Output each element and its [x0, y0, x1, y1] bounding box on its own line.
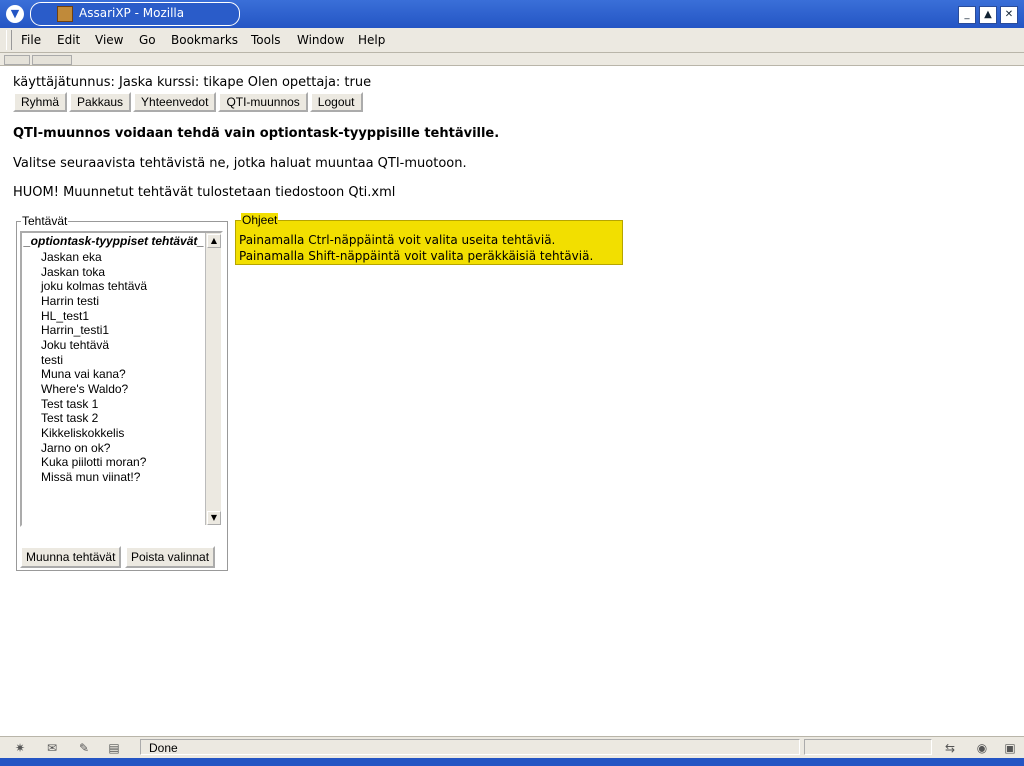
task-item[interactable]: Test task 1: [41, 397, 98, 411]
menu-edit[interactable]: Edit: [57, 33, 80, 47]
clear-selection-button[interactable]: Poista valinnat: [125, 546, 216, 568]
lock-icon[interactable]: ▣: [1002, 741, 1018, 755]
task-item[interactable]: Jaskan toka: [41, 265, 105, 279]
task-item[interactable]: Jaskan eka: [41, 250, 102, 264]
navigator-icon[interactable]: ✷: [12, 741, 28, 755]
help-line: Painamalla Ctrl-näppäintä voit valita us…: [239, 233, 556, 247]
scroll-down-icon[interactable]: ▼: [207, 511, 221, 525]
system-menu-icon[interactable]: ▼: [6, 5, 24, 23]
task-item[interactable]: Test task 2: [41, 411, 98, 425]
task-item[interactable]: Kuka piilotti moran?: [41, 455, 146, 469]
status-text: Done: [140, 739, 800, 755]
scroll-up-icon[interactable]: ▲: [207, 234, 221, 248]
minimize-button[interactable]: _: [958, 6, 976, 24]
menu-window[interactable]: Window: [297, 33, 344, 47]
tasks-listbox[interactable]: _optiontask-tyyppiset tehtävät_ Jaskan e…: [20, 231, 223, 527]
menu-help[interactable]: Help: [358, 33, 385, 47]
toolbar-grip[interactable]: [32, 55, 72, 65]
addressbook-icon[interactable]: ▤: [106, 741, 122, 755]
help-legend: Ohjeet: [241, 213, 279, 227]
menubar-grip[interactable]: [6, 30, 12, 50]
qti-muunnos-button[interactable]: QTI-muunnos: [218, 92, 308, 112]
ryhma-button[interactable]: Ryhmä: [13, 92, 68, 112]
help-box: Ohjeet Painamalla Ctrl-näppäintä voit va…: [235, 213, 623, 265]
menu-bookmarks[interactable]: Bookmarks: [171, 33, 238, 47]
task-item[interactable]: Harrin testi: [41, 294, 99, 308]
note-text: HUOM! Muunnetut tehtävät tulostetaan tie…: [13, 185, 396, 200]
task-item[interactable]: Jarno on ok?: [41, 441, 110, 455]
pakkaus-button[interactable]: Pakkaus: [69, 92, 132, 112]
logout-button[interactable]: Logout: [309, 92, 363, 112]
user-info: käyttäjätunnus: Jaska kurssi: tikape Ole…: [13, 75, 372, 90]
title-pill: AssariXP - Mozilla: [30, 2, 240, 26]
status-progress: [804, 739, 932, 755]
tasks-legend: Tehtävät: [21, 214, 69, 228]
task-item[interactable]: HL_test1: [41, 309, 89, 323]
menu-view[interactable]: View: [95, 33, 123, 47]
composer-icon[interactable]: ✎: [76, 741, 92, 755]
page-heading: QTI-muunnos voidaan tehdä vain optiontas…: [13, 126, 500, 141]
menu-tools[interactable]: Tools: [251, 33, 281, 47]
task-item[interactable]: Joku tehtävä: [41, 338, 109, 352]
mail-icon[interactable]: ✉: [44, 741, 60, 755]
task-item[interactable]: Where's Waldo?: [41, 382, 128, 396]
collapsed-toolbar: [0, 53, 1024, 66]
close-button[interactable]: ✕: [1000, 6, 1018, 24]
status-bar: ✷ ✉ ✎ ▤ Done ⇆ ◉ ▣: [0, 736, 1024, 759]
task-item[interactable]: Missä mun viinat!?: [41, 470, 140, 484]
yhteenvedot-button[interactable]: Yhteenvedot: [133, 92, 217, 112]
task-item[interactable]: testi: [41, 353, 63, 367]
listbox-scrollbar[interactable]: ▲ ▼: [205, 233, 221, 525]
title-bar: ▼ AssariXP - Mozilla _ ▲ ✕: [0, 0, 1024, 28]
window-title: AssariXP - Mozilla: [79, 6, 185, 20]
toolbar-grip[interactable]: [4, 55, 30, 65]
instruction-text: Valitse seuraavista tehtävistä ne, jotka…: [13, 156, 467, 171]
menu-bar: File Edit View Go Bookmarks Tools Window…: [0, 28, 1024, 53]
maximize-button[interactable]: ▲: [979, 6, 997, 24]
online-icon[interactable]: ⇆: [942, 741, 958, 755]
menu-go[interactable]: Go: [139, 33, 156, 47]
convert-tasks-button[interactable]: Muunna tehtävät: [20, 546, 122, 568]
task-item[interactable]: joku kolmas tehtävä: [41, 279, 147, 293]
page-content: käyttäjätunnus: Jaska kurssi: tikape Ole…: [0, 66, 1024, 736]
app-icon: [57, 6, 73, 22]
task-item[interactable]: Muna vai kana?: [41, 367, 126, 381]
task-item[interactable]: Kikkeliskokkelis: [41, 426, 124, 440]
menu-file[interactable]: File: [21, 33, 41, 47]
help-line: Painamalla Shift-näppäintä voit valita p…: [239, 249, 594, 263]
window-bottom-border: [0, 758, 1024, 766]
task-item[interactable]: Harrin_testi1: [41, 323, 109, 337]
task-group-header[interactable]: _optiontask-tyyppiset tehtävät_: [24, 234, 204, 248]
nav-buttons: Ryhmä Pakkaus Yhteenvedot QTI-muunnos Lo…: [13, 92, 363, 112]
security-icon[interactable]: ◉: [974, 741, 990, 755]
